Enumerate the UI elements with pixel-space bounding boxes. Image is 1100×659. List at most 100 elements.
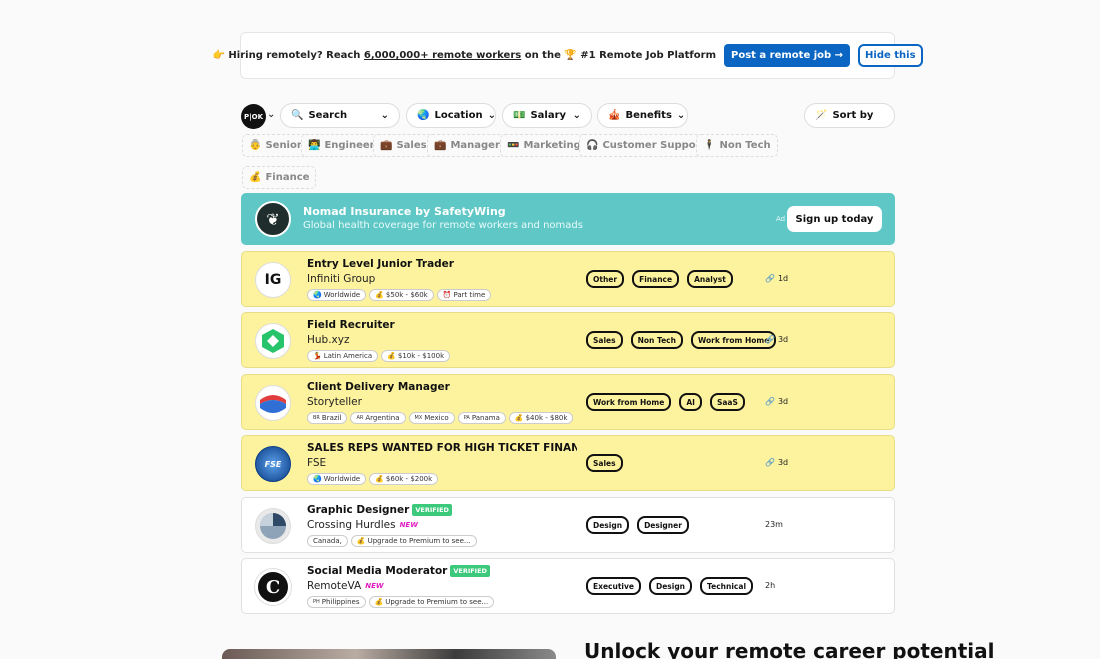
job-meta: Canada, 💰 Upgrade to Premium to see... <box>307 535 477 547</box>
job-meta: PH Philippines 💰 Upgrade to Premium to see… <box>307 596 495 608</box>
job-tag[interactable]: Work from Home <box>690 331 777 349</box>
verified-badge: VERIFIED <box>412 504 452 516</box>
hiring-banner: 👉 Hiring remotely? Reach 6,000,000+ remo… <box>212 32 923 79</box>
job-tag[interactable]: Analyst <box>687 270 733 288</box>
job-tag[interactable]: Designer <box>637 516 689 534</box>
filter-bar: P|OK ⌄ 🔍 Search ⌄ 🌏 Location ⌄ 💵 Salary … <box>241 103 895 129</box>
trophy-icon: 🏆 <box>564 50 577 61</box>
company-name: Infiniti Group <box>307 273 376 285</box>
salary-chip: 💰 $10k - $100k <box>381 350 451 362</box>
link-icon: 🔗 <box>765 335 775 344</box>
money-bag-icon: 💰 <box>375 291 384 299</box>
job-row[interactable]: IG Entry Level Junior Trader Infiniti Gr… <box>241 251 895 307</box>
mexico-flag-icon: MX <box>414 415 423 421</box>
job-title[interactable]: SALES REPS WANTED FOR HIGH TICKET FINANC… <box>307 442 577 454</box>
money-bag-icon: 💰 <box>375 475 384 483</box>
tag-non-tech[interactable]: 🕴 Non Tech <box>696 134 778 157</box>
globe-icon: 🌏 <box>313 291 322 299</box>
job-title[interactable]: Client Delivery Manager <box>307 381 577 393</box>
benefits-dropdown[interactable]: 🎪 Benefits ⌄ <box>597 103 688 128</box>
job-tag[interactable]: Finance <box>632 270 680 288</box>
job-title[interactable]: Entry Level Junior Trader <box>307 258 577 270</box>
job-age: 🔗 1d <box>765 274 789 283</box>
brazil-flag-icon: BR <box>313 415 320 421</box>
chevron-down-icon: ⌄ <box>676 110 686 121</box>
job-age: 2h <box>765 581 776 590</box>
headphone-icon: 🎧 <box>586 140 599 151</box>
job-age: 23m <box>765 520 783 529</box>
job-tag[interactable]: Non Tech <box>630 331 683 349</box>
tag-finance[interactable]: 💰 Finance <box>242 166 317 189</box>
job-tag[interactable]: Sales <box>586 454 623 472</box>
philippines-flag-icon: PH <box>313 599 320 605</box>
post-job-button[interactable]: Post a remote job → <box>724 44 851 67</box>
location-chip: MX Mexico <box>408 412 455 424</box>
job-tags: Executive Design Technical <box>586 577 754 595</box>
money-bag-icon: 💰 <box>374 598 384 606</box>
money-bag-icon: 💰 <box>249 172 262 183</box>
job-title[interactable]: Social Media Moderator VERIFIED <box>307 565 577 577</box>
site-logo[interactable]: P|OK <box>241 104 266 129</box>
tag-manager[interactable]: 💼 Manager <box>427 134 507 157</box>
tag-marketing[interactable]: 🚥 Marketing <box>500 134 588 157</box>
job-row[interactable]: C Social Media Moderator VERIFIED RemoteV… <box>241 558 895 614</box>
company-name: Hub.xyz <box>307 334 350 346</box>
tag-engineer[interactable]: 👨‍💻 Engineer <box>301 134 382 157</box>
job-tag[interactable]: Work from Home <box>586 393 672 411</box>
salary-chip[interactable]: 💰 Upgrade to Premium to see... <box>368 596 495 608</box>
worker-count-link[interactable]: 6,000,000+ remote workers <box>364 50 521 61</box>
tag-customer-support[interactable]: 🎧 Customer Support <box>579 134 713 157</box>
company-name: Crossing Hurdles NEW <box>307 519 418 531</box>
job-tag[interactable]: Design <box>586 516 630 534</box>
chevron-down-icon: ⌄ <box>487 110 496 121</box>
job-title[interactable]: Field Recruiter <box>307 319 577 331</box>
ad-label: Ad <box>776 215 786 223</box>
link-icon: 🔗 <box>765 397 775 406</box>
chevron-down-icon: ⌄ <box>572 110 581 121</box>
job-tag[interactable]: Technical <box>700 577 754 595</box>
job-row[interactable]: Client Delivery Manager Storyteller BR Br… <box>241 374 895 430</box>
money-icon: 💵 <box>513 110 526 121</box>
salary-dropdown[interactable]: 💵 Salary ⌄ <box>502 103 592 128</box>
job-tag[interactable]: Other <box>586 270 625 288</box>
tag-sales[interactable]: 💼 Sales <box>373 134 434 157</box>
job-title[interactable]: Graphic Designer VERIFIED <box>307 504 577 516</box>
job-tags: Other Finance Analyst <box>586 270 733 288</box>
panama-flag-icon: PA <box>463 415 470 421</box>
salary-chip[interactable]: 💰 Upgrade to Premium to see... <box>350 535 477 547</box>
job-tag[interactable]: Executive <box>586 577 641 595</box>
sort-dropdown[interactable]: 🪄 Sort by <box>804 103 895 128</box>
chevron-down-icon[interactable]: ⌄ <box>267 109 275 120</box>
job-row[interactable]: Graphic Designer VERIFIED Crossing Hurdle… <box>241 497 895 553</box>
signup-button[interactable]: Sign up today <box>787 206 882 232</box>
tag-senior[interactable]: 👵 Senior <box>242 134 309 157</box>
location-chip: Canada, <box>307 535 348 547</box>
new-badge: NEW <box>365 582 384 590</box>
salary-chip: 💰 $60k - $200k <box>369 473 439 485</box>
clock-icon: ⏰ <box>442 291 452 299</box>
company-logo <box>255 385 291 421</box>
briefcase-icon: 💼 <box>434 140 447 151</box>
verified-badge: VERIFIED <box>450 565 490 577</box>
hub-hexagon-icon <box>262 329 284 353</box>
company-name: RemoteVA NEW <box>307 580 384 592</box>
ad-card[interactable]: ❦ Nomad Insurance by SafetyWing Global h… <box>241 193 895 245</box>
job-row[interactable]: FSE SALES REPS WANTED FOR HIGH TICKET FI… <box>241 435 895 491</box>
type-chip: ⏰ Part time <box>436 289 492 301</box>
location-dropdown[interactable]: 🌏 Location ⌄ <box>406 103 496 128</box>
search-dropdown[interactable]: 🔍 Search ⌄ <box>280 103 400 128</box>
salary-chip: 💰 $40k - $80k <box>508 412 574 424</box>
ad-subtitle: Global health coverage for remote worker… <box>303 220 583 231</box>
hide-banner-button[interactable]: Hide this <box>858 44 923 67</box>
traffic-light-icon: 🚥 <box>507 140 520 151</box>
job-tag[interactable]: Sales <box>586 331 623 349</box>
job-tag[interactable]: AI <box>679 393 702 411</box>
location-chip: PH Philippines <box>307 596 366 608</box>
globe-icon: 🌏 <box>417 110 430 121</box>
dancer-icon: 💃 <box>313 352 322 360</box>
elder-icon: 👵 <box>249 140 262 151</box>
job-tag[interactable]: Design <box>648 577 693 595</box>
job-row[interactable]: Field Recruiter Hub.xyz 💃 Latin America 💰… <box>241 312 895 368</box>
location-chip: 💃 Latin America <box>307 350 379 362</box>
job-tag[interactable]: SaaS <box>709 393 745 411</box>
